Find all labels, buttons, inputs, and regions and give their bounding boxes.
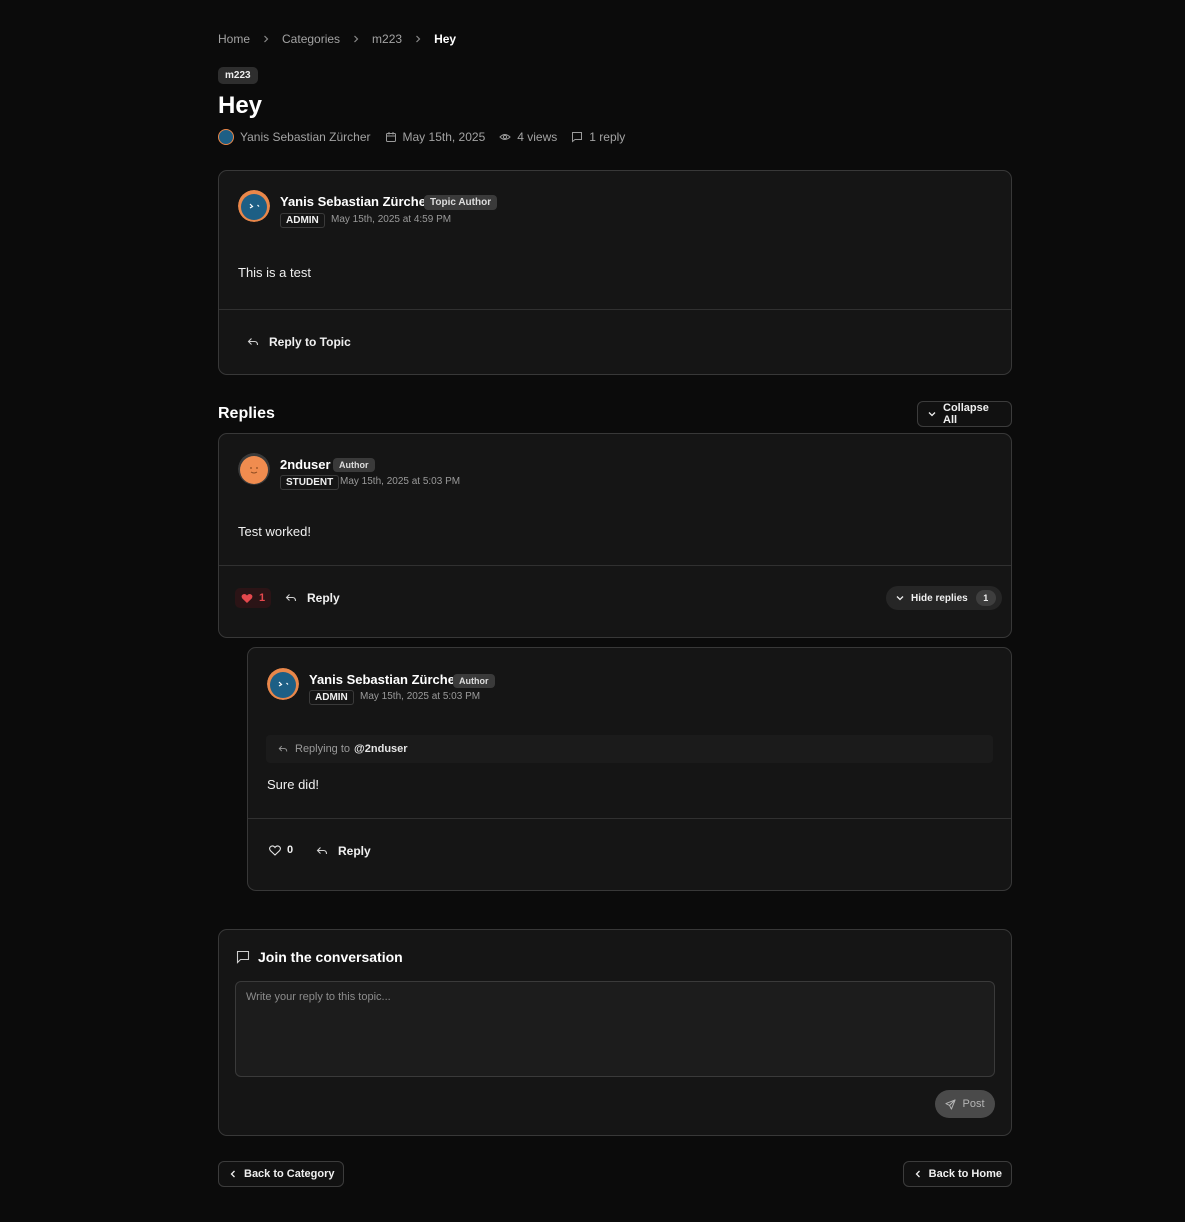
role-badge: ADMIN	[309, 690, 354, 705]
divider	[248, 818, 1011, 819]
replying-to-banner: Replying to @2nduser	[266, 735, 993, 763]
topic-meta: Yanis Sebastian Zürcher May 15th, 2025 4…	[218, 129, 639, 145]
divider	[219, 309, 1011, 310]
reply-author-name[interactable]: 2nduser	[280, 457, 331, 472]
reply-composer: Join the conversation Post	[218, 929, 1012, 1136]
divider	[219, 565, 1011, 566]
page-title: Hey	[218, 92, 263, 119]
author-badge: Author	[453, 674, 495, 688]
reply-label: Reply	[338, 844, 371, 858]
replying-to-user[interactable]: @2nduser	[354, 743, 408, 755]
breadcrumb-categories[interactable]: Categories	[282, 32, 340, 46]
replying-prefix: Replying to	[295, 743, 351, 755]
post-timestamp: May 15th, 2025 at 4:59 PM	[331, 214, 452, 225]
chevron-down-icon	[895, 593, 911, 603]
reply-author-name[interactable]: Yanis Sebastian Zürcher	[309, 672, 460, 687]
nested-reply-card: Yanis Sebastian Zürcher Author ADMIN May…	[247, 647, 1012, 891]
hide-replies-label: Hide replies	[911, 592, 968, 604]
breadcrumb-category[interactable]: m223	[372, 32, 402, 46]
hide-replies-button[interactable]: Hide replies 1	[886, 586, 1002, 610]
post-button[interactable]: Post	[935, 1090, 995, 1118]
chevron-left-icon	[913, 1169, 929, 1179]
composer-title: Join the conversation	[236, 949, 403, 965]
chevron-down-icon	[927, 409, 943, 419]
back-to-category-label: Back to Category	[244, 1168, 335, 1180]
like-count: 1	[259, 592, 266, 604]
heart-icon	[241, 593, 259, 604]
like-button[interactable]: 1	[235, 588, 272, 608]
author-badge: Author	[333, 458, 375, 472]
send-icon	[945, 1098, 962, 1110]
back-to-home-label: Back to Home	[928, 1168, 1002, 1180]
back-to-home-button[interactable]: Back to Home	[902, 1161, 1012, 1187]
topic-views: 4 views	[499, 130, 557, 144]
post-content: This is a test	[238, 265, 311, 280]
chevron-right-icon	[262, 35, 270, 43]
chevron-left-icon	[228, 1169, 244, 1179]
breadcrumb-home[interactable]: Home	[218, 32, 250, 46]
composer-title-text: Join the conversation	[258, 949, 403, 965]
reply-to-topic-button[interactable]: Reply to Topic	[247, 335, 351, 349]
breadcrumb: Home Categories m223 Hey	[218, 32, 456, 46]
like-button[interactable]: 0	[269, 844, 293, 856]
heart-icon	[269, 844, 287, 856]
topic-author: Yanis Sebastian Zürcher	[218, 129, 371, 145]
reply-icon	[278, 744, 295, 754]
replies-heading: Replies	[218, 405, 275, 422]
post-label: Post	[962, 1098, 985, 1110]
message-icon	[571, 131, 589, 143]
chevron-right-icon	[414, 35, 422, 43]
chevron-right-icon	[352, 35, 360, 43]
topic-replies-text: 1 reply	[589, 130, 626, 144]
reply-textarea[interactable]	[235, 981, 995, 1077]
original-post-card: Yanis Sebastian Zürcher Topic Author ADM…	[218, 170, 1012, 375]
reply-timestamp: May 15th, 2025 at 5:03 PM	[360, 691, 481, 702]
reply-icon	[316, 845, 338, 857]
post-author-name[interactable]: Yanis Sebastian Zürcher	[280, 194, 431, 209]
reply-label: Reply	[307, 591, 340, 605]
avatar[interactable]	[238, 190, 270, 222]
eye-icon	[499, 131, 517, 143]
collapse-all-button[interactable]: Collapse All	[917, 401, 1012, 427]
calendar-icon	[385, 131, 403, 143]
category-badge[interactable]: m223	[218, 67, 258, 84]
avatar[interactable]	[238, 453, 270, 485]
topic-views-text: 4 views	[517, 130, 558, 144]
reply-timestamp: May 15th, 2025 at 5:03 PM	[340, 476, 461, 487]
reply-content: Sure did!	[267, 777, 320, 792]
collapse-all-label: Collapse All	[943, 402, 989, 426]
role-badge: ADMIN	[280, 213, 325, 228]
breadcrumb-current: Hey	[434, 32, 457, 46]
like-count: 0	[287, 844, 294, 856]
avatar[interactable]	[267, 668, 299, 700]
topic-replies: 1 reply	[571, 130, 625, 144]
reply-content: Test worked!	[238, 524, 311, 539]
reply-to-topic-label: Reply to Topic	[269, 335, 351, 349]
avatar	[218, 129, 234, 145]
reply-card: 2nduser Author STUDENT May 15th, 2025 at…	[218, 433, 1012, 638]
topic-author-badge: Topic Author	[424, 195, 498, 210]
reply-icon	[247, 336, 269, 348]
topic-author-name: Yanis Sebastian Zürcher	[240, 130, 371, 144]
message-icon	[236, 950, 258, 964]
child-reply-count: 1	[975, 590, 996, 606]
role-badge: STUDENT	[280, 475, 340, 490]
topic-date-text: May 15th, 2025	[402, 130, 486, 144]
reply-icon	[285, 592, 307, 604]
topic-date: May 15th, 2025	[385, 130, 486, 144]
reply-button[interactable]: Reply	[316, 844, 371, 858]
back-to-category-button[interactable]: Back to Category	[218, 1161, 345, 1187]
reply-button[interactable]: Reply	[285, 591, 340, 605]
